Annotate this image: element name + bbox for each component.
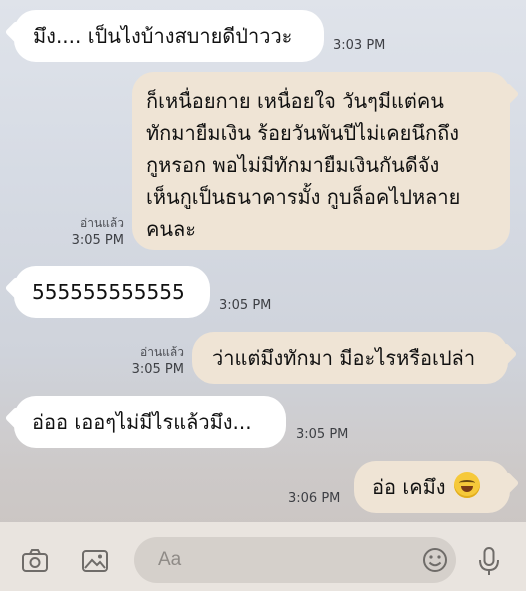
message-timestamp: 3:05 PM bbox=[71, 233, 124, 248]
camera-icon[interactable] bbox=[18, 544, 52, 578]
message-timestamp: 3:05 PM bbox=[296, 427, 349, 442]
message-timestamp: 3:06 PM bbox=[288, 491, 341, 506]
message-text: 555555555555 bbox=[32, 280, 185, 304]
message-meta: อ่านแล้ว 3:05 PM bbox=[52, 215, 124, 249]
message-text: อ่อ เคมึง bbox=[372, 475, 446, 499]
message-line: ก็เหนื่อยกาย เหนื่อยใจ วันๆมีแต่คน bbox=[146, 89, 444, 113]
image-icon[interactable] bbox=[78, 544, 112, 578]
message-meta: อ่านแล้ว 3:05 PM bbox=[112, 344, 184, 378]
outgoing-message-bubble[interactable]: ก็เหนื่อยกาย เหนื่อยใจ วันๆมีแต่คน ทักมา… bbox=[132, 72, 510, 250]
incoming-message-bubble[interactable]: 555555555555 bbox=[14, 266, 210, 318]
message-timestamp: 3:03 PM bbox=[333, 38, 386, 53]
incoming-message-bubble[interactable]: อ่ออ เออๆไม่มีไรแล้วมึง... bbox=[14, 396, 286, 448]
outgoing-message-bubble[interactable]: อ่อ เคมึง bbox=[354, 461, 510, 513]
microphone-icon[interactable] bbox=[472, 544, 506, 578]
emoji-icon[interactable] bbox=[418, 543, 452, 577]
message-input[interactable]: Aa bbox=[134, 537, 456, 583]
message-line: ทักมายืมเงิน ร้อยวันพันปีไม่เคยนึกถึง bbox=[146, 121, 459, 145]
message-line: กูหรอก พอไม่มีทักมายืมเงินกันดีจัง bbox=[146, 153, 440, 177]
message-input-placeholder: Aa bbox=[158, 549, 182, 570]
chat-area: มึง.... เป็นไงบ้างสบายดีป่าววะ 3:03 PM ก… bbox=[0, 0, 526, 522]
message-timestamp: 3:05 PM bbox=[131, 362, 184, 377]
rolling-on-floor-laughing-emoji-icon bbox=[453, 472, 480, 498]
outgoing-message-bubble[interactable]: ว่าแต่มึงทักมา มีอะไรหรือเปล่า bbox=[192, 332, 508, 384]
read-receipt: อ่านแล้ว bbox=[140, 345, 184, 359]
composer-bar: Aa bbox=[0, 522, 526, 591]
message-line: คนละ bbox=[146, 217, 197, 241]
incoming-message-bubble[interactable]: มึง.... เป็นไงบ้างสบายดีป่าววะ bbox=[14, 10, 324, 62]
message-text: อ่ออ เออๆไม่มีไรแล้วมึง... bbox=[32, 410, 252, 434]
message-text: มึง.... เป็นไงบ้างสบายดีป่าววะ bbox=[33, 24, 293, 48]
message-text: ว่าแต่มึงทักมา มีอะไรหรือเปล่า bbox=[212, 346, 476, 370]
message-line: เห็นกูเป็นธนาคารมั้ง กูบล็อคไปหลาย bbox=[146, 185, 461, 209]
read-receipt: อ่านแล้ว bbox=[80, 216, 124, 230]
message-timestamp: 3:05 PM bbox=[219, 298, 272, 313]
